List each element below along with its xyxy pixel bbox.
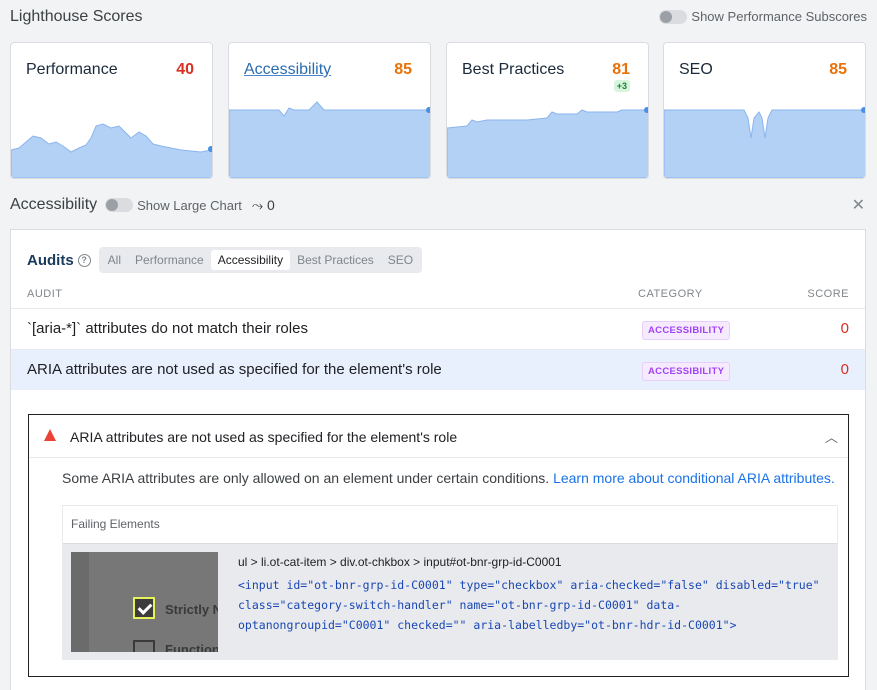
- card-score: 40: [176, 61, 194, 78]
- checkbox-empty-icon: [133, 640, 155, 652]
- score-cards: Performance 40 Accessibility 85 Best Pra…: [10, 42, 867, 179]
- failing-elements-label: Failing Elements: [71, 517, 160, 531]
- detail-description: Some ARIA attributes are only allowed on…: [62, 470, 835, 486]
- trend-value: 0: [267, 196, 275, 213]
- audit-title: ARIA attributes are not used as specifie…: [27, 361, 442, 378]
- category-badge: ACCESSIBILITY: [642, 362, 731, 381]
- trend-indicator: ⤳ 0: [252, 197, 275, 214]
- audit-row[interactable]: ARIA attributes are not used as specifie…: [11, 349, 865, 390]
- section-title: Accessibility: [10, 196, 98, 213]
- audit-title: `[aria-*]` attributes do not match their…: [27, 320, 308, 337]
- element-screenshot: Strictly Ne Functiona: [71, 552, 218, 652]
- warning-icon: [44, 429, 56, 441]
- audits-header: Audits ? All Performance Accessibility B…: [27, 247, 423, 273]
- audit-row[interactable]: `[aria-*]` attributes do not match their…: [11, 308, 865, 349]
- failing-element-item: Strictly Ne Functiona ul > li.ot-cat-ite…: [63, 543, 837, 659]
- trend-icon: ⤳: [251, 196, 264, 213]
- page-title: Lighthouse Scores: [10, 8, 143, 25]
- card-performance[interactable]: Performance 40: [10, 42, 213, 179]
- large-chart-switch[interactable]: [105, 198, 134, 212]
- description-text: Some ARIA attributes are only allowed on…: [62, 470, 550, 486]
- tab-seo[interactable]: SEO: [381, 250, 420, 270]
- learn-more-link[interactable]: Learn more about conditional ARIA attrib…: [553, 470, 835, 486]
- audit-detail: ARIA attributes are not used as specifie…: [28, 414, 849, 677]
- tab-performance[interactable]: Performance: [128, 250, 211, 270]
- subscores-toggle[interactable]: Show Performance Subscores: [659, 9, 867, 24]
- column-header-category: CATEGORY: [638, 288, 703, 300]
- score-delta-badge: +3: [613, 80, 630, 92]
- audit-score: 0: [840, 320, 849, 337]
- screenshot-label: Strictly Ne: [165, 602, 218, 617]
- help-icon[interactable]: ?: [77, 253, 91, 267]
- element-selector: ul > li.ot-cat-item > div.ot-chkbox > in…: [238, 555, 562, 569]
- card-seo[interactable]: SEO 85: [663, 42, 866, 179]
- chevron-up-icon[interactable]: ︿: [825, 427, 838, 446]
- sparkline-accessibility: [229, 101, 430, 178]
- sparkline-best-practices: [447, 107, 648, 178]
- card-best-practices[interactable]: Best Practices 81 +3: [446, 42, 649, 179]
- tab-accessibility[interactable]: Accessibility: [210, 250, 291, 270]
- subscores-switch[interactable]: [659, 9, 688, 24]
- column-header-audit: AUDIT: [27, 288, 63, 300]
- audits-panel: Audits ? All Performance Accessibility B…: [10, 229, 866, 690]
- card-name: Best Practices: [462, 61, 565, 78]
- failing-elements: Failing Elements Strictly Ne Functiona u…: [62, 505, 838, 660]
- screenshot-label: Functiona: [165, 642, 218, 652]
- audits-title: Audits: [27, 251, 74, 269]
- card-score: 85: [829, 61, 847, 78]
- checkbox-checked-icon: [133, 597, 155, 619]
- header: Lighthouse Scores Show Performance Subsc…: [10, 8, 867, 28]
- card-name: SEO: [679, 61, 713, 78]
- card-score: 81: [612, 61, 630, 78]
- sparkline-performance: [11, 123, 212, 178]
- audit-score: 0: [840, 361, 849, 378]
- large-chart-label: Show Large Chart: [137, 197, 242, 213]
- tab-all[interactable]: All: [101, 250, 128, 270]
- sparkline-seo: [664, 107, 865, 178]
- card-name: Performance: [26, 61, 118, 78]
- detail-title: ARIA attributes are not used as specifie…: [70, 429, 458, 445]
- card-name[interactable]: Accessibility: [244, 61, 331, 79]
- audit-tabs: All Performance Accessibility Best Pract…: [98, 247, 423, 273]
- section-bar: Accessibility Show Large Chart ⤳ 0 ✕: [10, 195, 867, 215]
- subscores-label: Show Performance Subscores: [691, 9, 867, 24]
- category-badge: ACCESSIBILITY: [642, 321, 731, 340]
- detail-header[interactable]: ARIA attributes are not used as specifie…: [29, 415, 848, 458]
- close-icon[interactable]: ✕: [852, 195, 865, 215]
- column-header-score: SCORE: [807, 288, 849, 300]
- tab-best-practices[interactable]: Best Practices: [290, 250, 381, 270]
- card-score: 85: [394, 61, 412, 78]
- card-accessibility[interactable]: Accessibility 85: [228, 42, 431, 179]
- element-snippet: <input id="ot-bnr-grp-id-C0001" type="ch…: [238, 578, 827, 632]
